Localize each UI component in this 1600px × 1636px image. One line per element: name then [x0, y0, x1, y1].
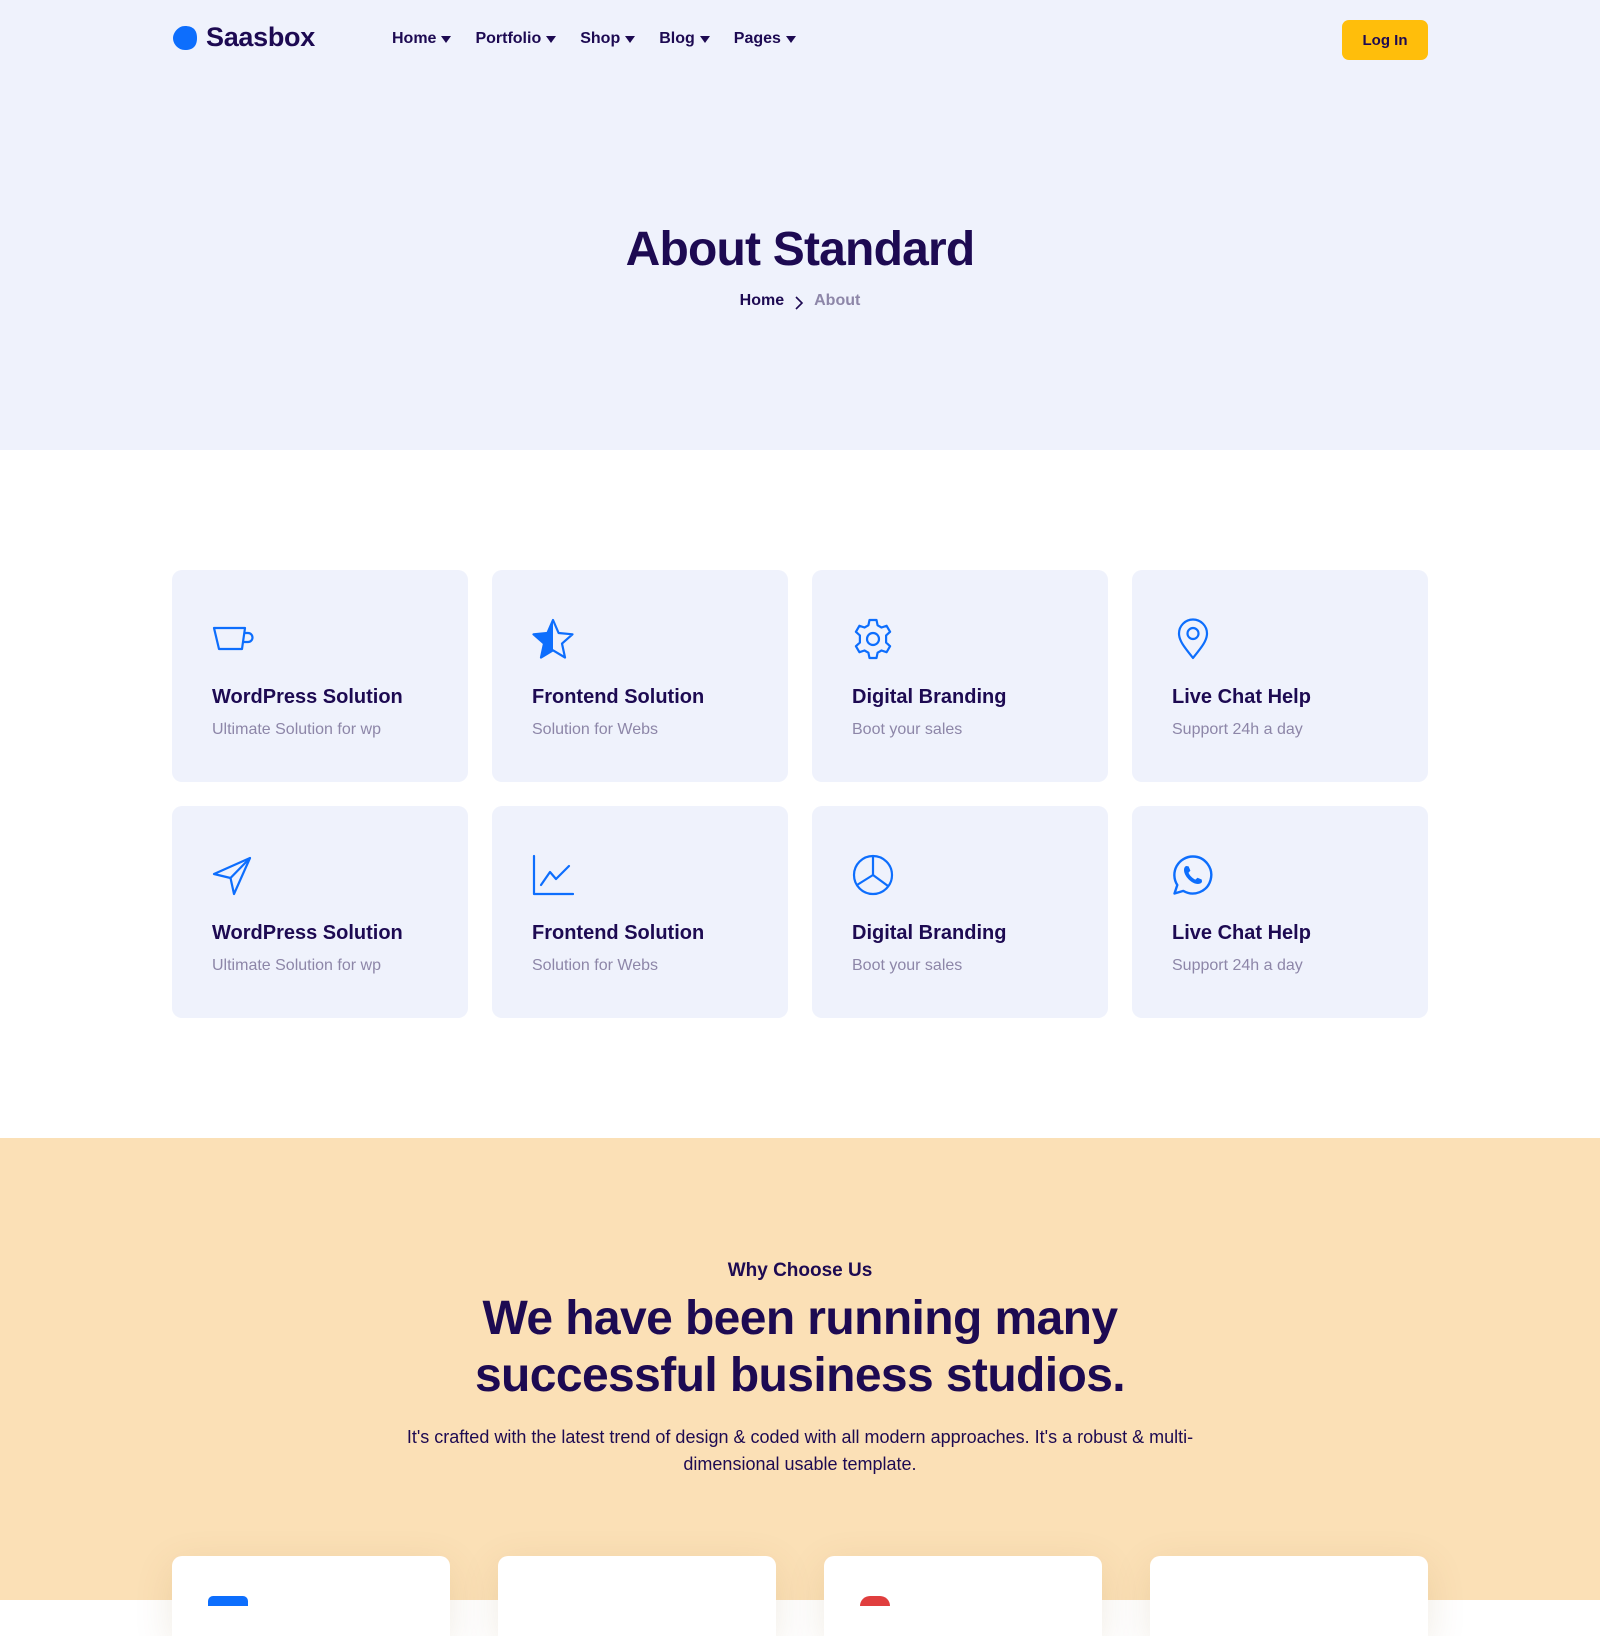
- feature-card: Frontend Solution Solution for Webs: [492, 806, 788, 1018]
- section-description: It's crafted with the latest trend of de…: [406, 1427, 1194, 1474]
- feature-card: Frontend Solution Solution for Webs: [492, 570, 788, 782]
- hero-section: Saasbox Home Portfolio Shop Blog Pages L…: [0, 0, 1600, 450]
- feature-card: WordPress Solution Ultimate Solution for…: [172, 570, 468, 782]
- why-cards-row: [172, 1556, 1428, 1636]
- nav-item-blog[interactable]: Blog: [659, 30, 710, 48]
- feature-title: WordPress Solution: [212, 686, 403, 708]
- feature-subtitle: Boot your sales: [852, 957, 963, 974]
- feature-title: Frontend Solution: [532, 686, 705, 708]
- why-card: [824, 1556, 1102, 1636]
- page-title: About Standard: [625, 223, 976, 276]
- send-icon: [212, 856, 252, 896]
- nav-item-label: Home: [392, 30, 437, 47]
- why-card-icon: [860, 1596, 890, 1606]
- why-card: [172, 1556, 450, 1636]
- feature-title: Digital Branding: [852, 686, 1007, 708]
- feature-subtitle: Ultimate Solution for wp: [212, 721, 381, 738]
- feature-subtitle: Solution for Webs: [532, 721, 658, 738]
- pie-chart-icon: [852, 854, 894, 896]
- whatsapp-icon: [1173, 855, 1213, 895]
- chevron-right-icon: [795, 295, 804, 310]
- nav-item-label: Portfolio: [475, 30, 542, 47]
- nav-item-label: Shop: [580, 30, 621, 47]
- feature-title: Live Chat Help: [1172, 922, 1311, 944]
- section-eyebrow: Why Choose Us: [727, 1260, 873, 1281]
- feature-card: WordPress Solution Ultimate Solution for…: [172, 806, 468, 1018]
- feature-subtitle: Solution for Webs: [532, 957, 658, 974]
- section-heading: We have been running many successful bus…: [474, 1292, 1126, 1402]
- feature-title: WordPress Solution: [212, 922, 403, 944]
- line-chart-icon: [532, 854, 574, 896]
- map-pin-icon: [1177, 618, 1209, 660]
- logo[interactable]: Saasbox: [172, 22, 315, 53]
- breadcrumb-home-link[interactable]: Home: [740, 292, 784, 310]
- nav-item-label: Pages: [733, 30, 781, 47]
- nav-item-portfolio[interactable]: Portfolio: [475, 30, 557, 48]
- feature-card: Digital Branding Boot your sales: [812, 570, 1108, 782]
- breadcrumb-current: About: [814, 292, 861, 309]
- logo-text: Saasbox: [206, 22, 315, 52]
- main-nav: Home Portfolio Shop Blog Pages: [392, 30, 796, 48]
- nav-item-label: Blog: [659, 30, 695, 47]
- caret-down-icon: [625, 35, 636, 43]
- feature-subtitle: Boot your sales: [852, 721, 963, 738]
- feature-subtitle: Support 24h a day: [1172, 721, 1303, 738]
- feature-title: Digital Branding: [852, 922, 1007, 944]
- nav-item-shop[interactable]: Shop: [580, 30, 636, 48]
- feature-title: Live Chat Help: [1172, 686, 1311, 708]
- navbar: Saasbox Home Portfolio Shop Blog Pages L…: [172, 20, 1428, 60]
- feature-title: Frontend Solution: [532, 922, 705, 944]
- caret-down-icon: [546, 35, 557, 43]
- feature-card: Live Chat Help Support 24h a day: [1132, 570, 1428, 782]
- star-icon: [532, 618, 574, 659]
- why-card-icon: [208, 1596, 248, 1606]
- gear-icon: [854, 618, 892, 660]
- breadcrumb: Home About: [0, 292, 1600, 310]
- nav-item-pages[interactable]: Pages: [734, 30, 796, 48]
- nav-item-home[interactable]: Home: [392, 30, 452, 48]
- feature-card: Digital Branding Boot your sales: [812, 806, 1108, 1018]
- login-button[interactable]: Log In: [1342, 20, 1428, 60]
- feature-card: Live Chat Help Support 24h a day: [1132, 806, 1428, 1018]
- caret-down-icon: [785, 35, 796, 43]
- features-grid: WordPress Solution Ultimate Solution for…: [172, 570, 1428, 1018]
- why-card: [1150, 1556, 1428, 1636]
- feature-subtitle: Ultimate Solution for wp: [212, 957, 381, 974]
- feature-subtitle: Support 24h a day: [1172, 957, 1303, 974]
- caret-down-icon: [441, 35, 452, 43]
- why-card: [498, 1556, 776, 1636]
- cup-icon: [212, 626, 254, 651]
- caret-down-icon: [699, 35, 710, 43]
- logo-mark-icon: [173, 25, 197, 50]
- why-choose-us-section: Why Choose Us We have been running many …: [0, 1138, 1600, 1636]
